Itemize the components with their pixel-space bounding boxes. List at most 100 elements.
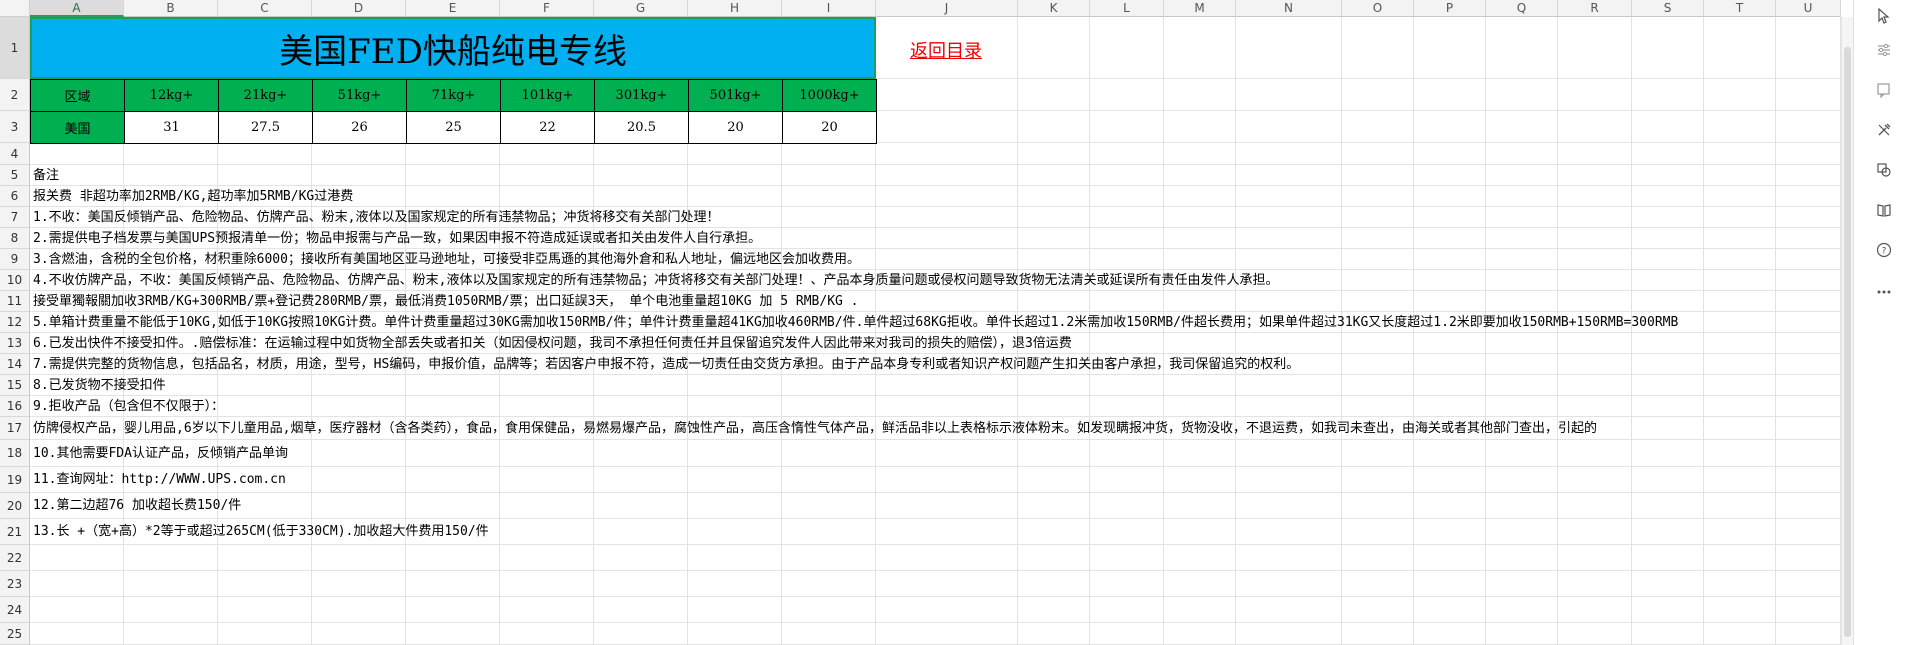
table-header-cell[interactable]: 1000kg+ — [782, 79, 877, 112]
row-header-24[interactable]: 24 — [0, 597, 30, 623]
column-header-q[interactable]: Q — [1486, 0, 1558, 17]
column-header-f[interactable]: F — [500, 0, 594, 17]
table-cell[interactable]: 31 — [124, 111, 219, 144]
cursor-icon[interactable] — [1874, 6, 1894, 26]
table-header-cell[interactable]: 区域 — [30, 79, 125, 112]
table-header-cell[interactable]: 301kg+ — [594, 79, 689, 112]
spreadsheet-grid[interactable]: ABCDEFGHIJKLMNOPQRSTU 1 2 3 4 5 6 7 8 9 10 11 12 13 1… — [0, 0, 1853, 645]
filter-icon[interactable] — [1874, 40, 1894, 60]
help-icon[interactable]: ? — [1874, 240, 1894, 260]
note-line[interactable]: 12.第二边超76 加收超长费150/件 — [33, 493, 241, 519]
row-header-12[interactable]: 12 — [0, 312, 30, 333]
note-line[interactable]: 9.拒收产品（包含但不仅限于）： — [33, 396, 224, 417]
row-header-6[interactable]: 6 — [0, 186, 30, 207]
note-line[interactable]: 6.已发出快件不接受扣件。.赔偿标准：在运输过程中如货物全部丢失或者扣关（如因侵… — [33, 333, 1072, 354]
note-line[interactable]: 13.长 +（宽+高）*2等于或超过265CM(低于330CM).加收超大件费用… — [33, 519, 489, 545]
table-cell[interactable]: 27.5 — [218, 111, 313, 144]
note-line[interactable]: 7.需提供完整的货物信息，包括品名，材质，用途，型号，HS编码，申报价值，品牌等… — [33, 354, 1299, 375]
note-line[interactable]: 5.单箱计费重量不能低于10KG,如低于10KG按照10KG计费。单件计费重量超… — [33, 312, 1678, 333]
row-header-18[interactable]: 18 — [0, 440, 30, 467]
note-line[interactable]: 10.其他需要FDA认证产品，反倾销产品单询 — [33, 440, 288, 467]
table-cell[interactable]: 美国 — [30, 111, 125, 144]
select-all-corner[interactable] — [0, 0, 30, 17]
table-header-cell[interactable]: 12kg+ — [124, 79, 219, 112]
row-header-16[interactable]: 16 — [0, 396, 30, 417]
row-header-9[interactable]: 9 — [0, 249, 30, 270]
column-header-r[interactable]: R — [1558, 0, 1632, 17]
column-header-t[interactable]: T — [1704, 0, 1776, 17]
gridline — [30, 596, 1841, 597]
table-cell[interactable]: 20 — [688, 111, 783, 144]
row-header-23[interactable]: 23 — [0, 571, 30, 597]
table-cell[interactable]: 22 — [500, 111, 595, 144]
row-header-22[interactable]: 22 — [0, 545, 30, 571]
column-header-o[interactable]: O — [1342, 0, 1414, 17]
row-header-4[interactable]: 4 — [0, 143, 30, 165]
row-header-10[interactable]: 10 — [0, 270, 30, 291]
row-header-3[interactable]: 3 — [0, 111, 30, 143]
table-cell[interactable]: 25 — [406, 111, 501, 144]
column-header-j[interactable]: J — [876, 0, 1018, 17]
gridline — [30, 395, 1841, 396]
column-header-p[interactable]: P — [1414, 0, 1486, 17]
row-header-1[interactable]: 1 — [0, 17, 30, 79]
row-header-14[interactable]: 14 — [0, 354, 30, 375]
shapes-icon[interactable] — [1874, 160, 1894, 180]
column-header-n[interactable]: N — [1236, 0, 1342, 17]
back-to-index-link[interactable]: 返回目录 — [910, 37, 982, 63]
column-header-k[interactable]: K — [1018, 0, 1090, 17]
note-line[interactable]: 报关费 非超功率加2RMB/KG,超功率加5RMB/KG过港费 — [33, 186, 353, 207]
note-line[interactable]: 接受單獨報關加收3RMB/KG+300RMB/票+登记费280RMB/票，最低消… — [33, 291, 859, 312]
column-header-l[interactable]: L — [1090, 0, 1164, 17]
column-header-c[interactable]: C — [218, 0, 312, 17]
column-header-i[interactable]: I — [782, 0, 876, 17]
row-header-19[interactable]: 19 — [0, 467, 30, 493]
row-header-21[interactable]: 21 — [0, 519, 30, 545]
table-header-cell[interactable]: 71kg+ — [406, 79, 501, 112]
column-header-g[interactable]: G — [594, 0, 688, 17]
comment-icon[interactable] — [1874, 80, 1894, 100]
column-header-a[interactable]: A — [30, 0, 124, 17]
book-icon[interactable] — [1874, 200, 1894, 220]
column-header-u[interactable]: U — [1776, 0, 1841, 17]
title-cell[interactable]: 美国FED快船纯电专线 — [30, 17, 876, 79]
column-header-m[interactable]: M — [1164, 0, 1236, 17]
note-line[interactable]: 8.已发货物不接受扣件 — [33, 375, 166, 396]
note-line[interactable]: 2.需提供电子档发票与美国UPS预报清单一份；物品申报需与产品一致，如果因申报不… — [33, 228, 761, 249]
row-header-25[interactable]: 25 — [0, 623, 30, 645]
row-header-13[interactable]: 13 — [0, 333, 30, 354]
table-cell[interactable]: 20.5 — [594, 111, 689, 144]
row-header-15[interactable]: 15 — [0, 375, 30, 396]
table-cell[interactable]: 20 — [782, 111, 877, 144]
table-cell[interactable]: 26 — [312, 111, 407, 144]
column-header-s[interactable]: S — [1632, 0, 1704, 17]
row-header-20[interactable]: 20 — [0, 493, 30, 519]
right-toolbar: ? — [1853, 0, 1913, 645]
note-line[interactable]: 备注 — [33, 165, 59, 186]
row-header-11[interactable]: 11 — [0, 291, 30, 312]
row-header-2[interactable]: 2 — [0, 79, 30, 111]
note-line[interactable]: 4.不收仿牌产品，不收：美国反倾销产品、危险物品、仿牌产品、粉末,液体以及国家规… — [33, 270, 1278, 291]
table-header-cell[interactable]: 501kg+ — [688, 79, 783, 112]
tools-icon[interactable] — [1874, 120, 1894, 140]
table-header-cell[interactable]: 21kg+ — [218, 79, 313, 112]
note-line[interactable]: 3.含燃油，含税的全包价格，材积重除6000；接收所有美国地区亚马逊地址，可接受… — [33, 249, 860, 270]
note-line[interactable]: 仿牌侵权产品，婴儿用品,6岁以下儿童用品,烟草，医疗器材（含各类药），食品，食用… — [33, 417, 1597, 440]
gridline — [30, 466, 1841, 467]
column-header-d[interactable]: D — [312, 0, 406, 17]
note-line[interactable]: 11.查询网址：http://WWW.UPS.com.cn — [33, 467, 286, 493]
table-header-cell[interactable]: 51kg+ — [312, 79, 407, 112]
row-header-5[interactable]: 5 — [0, 165, 30, 186]
row-header-7[interactable]: 7 — [0, 207, 30, 228]
column-header-b[interactable]: B — [124, 0, 218, 17]
row-header-17[interactable]: 17 — [0, 417, 30, 440]
note-line[interactable]: 1.不收：美国反倾销产品、危险物品、仿牌产品、粉末,液体以及国家规定的所有违禁物… — [33, 207, 719, 228]
row-header-8[interactable]: 8 — [0, 228, 30, 249]
table-header-cell[interactable]: 101kg+ — [500, 79, 595, 112]
column-header-h[interactable]: H — [688, 0, 782, 17]
more-icon[interactable] — [1874, 282, 1894, 302]
scrollbar-thumb[interactable] — [1844, 47, 1851, 637]
gridline — [1703, 17, 1704, 645]
vertical-scrollbar[interactable] — [1841, 17, 1853, 645]
column-header-e[interactable]: E — [406, 0, 500, 17]
